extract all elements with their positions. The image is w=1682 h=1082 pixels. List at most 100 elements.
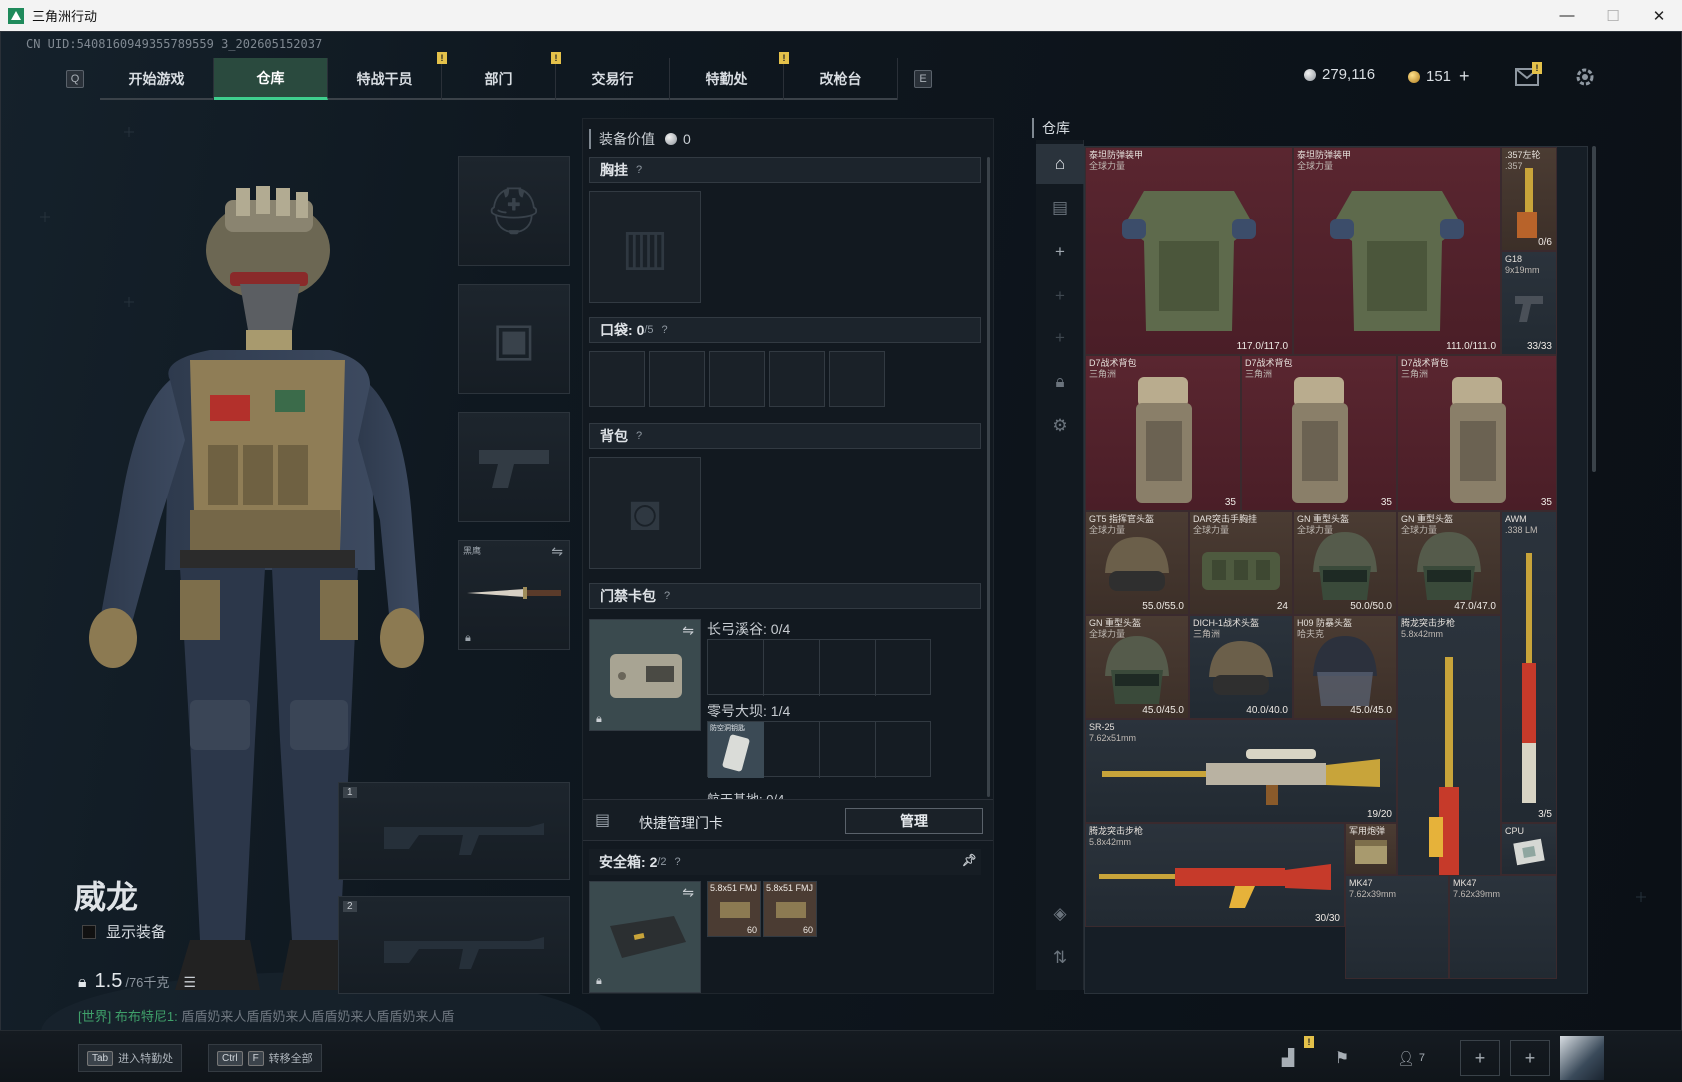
keycard-title: 门禁卡包 — [600, 588, 656, 604]
nav-tab[interactable]: 部门! — [442, 52, 561, 100]
armor-slot[interactable]: ▣ — [458, 284, 570, 394]
melee-slot[interactable]: 黑鹰 ⇋ 🔒︎ — [458, 540, 570, 650]
chest-rig-header: 胸挂? — [589, 157, 981, 183]
minimize-button[interactable]: — — [1544, 0, 1590, 31]
swap-icon[interactable]: ⇋ — [682, 884, 694, 901]
nav-next-key[interactable]: E — [914, 70, 932, 88]
help-icon[interactable]: ? — [662, 324, 668, 336]
help-icon[interactable]: ? — [664, 590, 670, 602]
warehouse-item-mk47b[interactable]: MK47 7.62x39mm — [1449, 875, 1557, 979]
keycard-row[interactable]: 防空洞钥匙 — [707, 721, 931, 778]
item-durability: 117.0/117.0 — [1236, 341, 1288, 352]
settings-gear-icon[interactable] — [1570, 63, 1600, 91]
show-equipment-toggle[interactable]: 显示装备 — [82, 921, 166, 942]
warehouse-item-armor2[interactable]: 泰坦防弹装甲 全球力量 111.0/111.0 — [1293, 147, 1501, 355]
sort-icon[interactable]: ⇅ — [1036, 938, 1084, 978]
add-storage-icon[interactable]: + — [1036, 232, 1084, 272]
help-icon[interactable]: ? — [675, 856, 681, 868]
list-icon[interactable]: ☰ — [183, 974, 196, 991]
panel-scrollbar[interactable] — [987, 157, 990, 797]
warehouse-item-helm4[interactable]: GN 重型头盔 全球力量 45.0/45.0 — [1085, 615, 1189, 719]
lock-icon[interactable]: 🔒︎ — [1036, 362, 1084, 402]
invite-slot-button[interactable]: + — [1510, 1040, 1550, 1076]
warehouse-item-helm6[interactable]: H09 防暴头盔 哈夫克 45.0/45.0 — [1293, 615, 1397, 719]
warehouse-item-bag1[interactable]: D7战术背包 三角洲 35 — [1085, 355, 1241, 511]
warehouse-item-helm5[interactable]: DICH-1战术头盔 三角洲 40.0/40.0 — [1189, 615, 1293, 719]
pocket-slot[interactable] — [649, 351, 705, 407]
item-subtitle: 全球力量 — [1089, 629, 1126, 639]
warehouse-item-armor1[interactable]: 泰坦防弹装甲 全球力量 117.0/117.0 — [1085, 147, 1293, 355]
close-button[interactable]: ✕ — [1636, 0, 1682, 31]
warehouse-home-icon[interactable]: ⌂ — [1036, 144, 1084, 184]
world-chat-line[interactable]: [世界] 布布特尼1: 盾盾奶来人盾盾奶来人盾盾奶来人盾盾奶来人盾 — [78, 1006, 454, 1025]
warehouse-item-helm3[interactable]: GN 重型头盔 全球力量 47.0/47.0 — [1397, 511, 1501, 615]
invite-slot-button[interactable]: + — [1460, 1040, 1500, 1076]
nav-tab[interactable]: 开始游戏 — [100, 58, 214, 100]
keycard-case-slot[interactable]: ⇋ 🔒︎ — [589, 619, 701, 731]
helmet-slot[interactable]: ⛑ — [458, 156, 570, 266]
warehouse-item-bag2[interactable]: D7战术背包 三角洲 35 — [1241, 355, 1397, 511]
add-currency-button[interactable]: + — [1459, 66, 1470, 87]
nav-tab[interactable]: 特勤处! — [670, 52, 789, 100]
item-title: MK47 — [1453, 878, 1477, 888]
checkbox[interactable] — [82, 924, 96, 939]
layers-icon[interactable]: ◈ — [1036, 894, 1084, 934]
pocket-slot[interactable] — [769, 351, 825, 407]
primary-weapon-slot-1[interactable]: 1 — [338, 782, 570, 880]
nav-prev-key[interactable]: Q — [66, 70, 84, 88]
warehouse-item-ak[interactable]: 腾龙突击步枪 5.8x42mm 30/30 — [1085, 823, 1345, 927]
nav-tab[interactable]: 特战干员! — [328, 52, 447, 100]
backpack-header: 背包? — [589, 423, 981, 449]
stats-icon[interactable]: ▟ — [1272, 1044, 1304, 1072]
warehouse-item-ammo[interactable]: G18 9x19mm 33/33 — [1501, 251, 1557, 355]
help-icon[interactable]: ? — [636, 430, 642, 442]
nav-tab[interactable]: 改枪台 — [784, 58, 898, 100]
pocket-slot[interactable] — [589, 351, 645, 407]
player-avatar[interactable] — [1560, 1036, 1604, 1080]
swap-icon[interactable]: ⇋ — [682, 622, 694, 639]
settings-icon[interactable]: ⚙ — [1036, 406, 1084, 446]
add-storage-icon[interactable]: + — [1036, 276, 1084, 316]
warehouse-item-helm2[interactable]: GN 重型头盔 全球力量 50.0/50.0 — [1293, 511, 1397, 615]
item-name: GN 重型头盔 全球力量 — [1297, 514, 1394, 536]
warehouse-item-awm[interactable]: AWM .338 LM 3/5 — [1501, 511, 1557, 823]
keyboard-hint[interactable]: Tab 进入特勤处 — [78, 1044, 183, 1072]
storage-tab-icon[interactable]: ▤ — [1036, 188, 1084, 228]
help-icon[interactable]: ? — [636, 164, 642, 176]
pocket-slot[interactable] — [829, 351, 885, 407]
keycard-row[interactable] — [707, 639, 931, 696]
keycard-item[interactable]: 防空洞钥匙 — [708, 722, 764, 778]
warehouse-item-mk47a[interactable]: MK47 7.62x39mm — [1345, 875, 1449, 979]
warehouse-item-box[interactable]: 军用炮弹 — [1345, 823, 1397, 875]
warehouse-item-cpu[interactable]: CPU — [1501, 823, 1557, 875]
manage-button[interactable]: 管理 — [845, 808, 983, 834]
warehouse-item-rig[interactable]: DAR突击手胸挂 全球力量 24 — [1189, 511, 1293, 615]
item-name: MK47 7.62x39mm — [1453, 878, 1554, 900]
hint-label: 转移全部 — [268, 1053, 313, 1065]
keyboard-hint[interactable]: Ctrl F 转移全部 — [208, 1044, 322, 1072]
swap-icon[interactable]: ⇋ — [551, 543, 563, 560]
ammo-item[interactable]: 5.8x51 FMJ 60 — [763, 881, 817, 937]
warehouse-scrollbar[interactable] — [1592, 146, 1596, 472]
pocket-slot[interactable] — [709, 351, 765, 407]
warehouse-item-helm1[interactable]: GT5 指挥官头盔 全球力量 55.0/55.0 — [1085, 511, 1189, 615]
backpack-slot[interactable]: ◙ — [589, 457, 701, 569]
nav-tab[interactable]: 仓库 — [214, 58, 328, 100]
ammo-item[interactable]: 5.8x51 FMJ 60 — [707, 881, 761, 937]
rifle-placeholder-icon — [384, 823, 544, 855]
pistol-slot[interactable] — [458, 412, 570, 522]
friends-icon[interactable]: 👤︎ 7 — [1386, 1044, 1436, 1072]
warehouse-item-pistol[interactable]: .357左轮 .357 0/6 — [1501, 147, 1557, 251]
maximize-button[interactable]: ☐ — [1590, 0, 1636, 31]
safe-box-slot[interactable]: ⇋ 🔒︎ — [589, 881, 701, 993]
add-storage-icon[interactable]: + — [1036, 318, 1084, 358]
warehouse-item-bag3[interactable]: D7战术背包 三角洲 35 — [1397, 355, 1557, 511]
flag-icon[interactable]: ⚑ — [1326, 1044, 1358, 1072]
warehouse-grid[interactable]: 泰坦防弹装甲 全球力量 117.0/117.0 泰坦防弹装甲 全球力量 111.0/111… — [1084, 146, 1588, 994]
chest-rig-slot[interactable]: ▥ — [589, 191, 701, 303]
item-subtitle: 7.62x51mm — [1089, 733, 1137, 743]
warehouse-item-sr25[interactable]: SR-25 7.62x51mm 19/20 — [1085, 719, 1397, 823]
primary-weapon-slot-2[interactable]: 2 — [338, 896, 570, 994]
nav-tab[interactable]: 交易行 — [556, 58, 670, 100]
pin-icon[interactable]: 📌︎ — [962, 853, 977, 867]
